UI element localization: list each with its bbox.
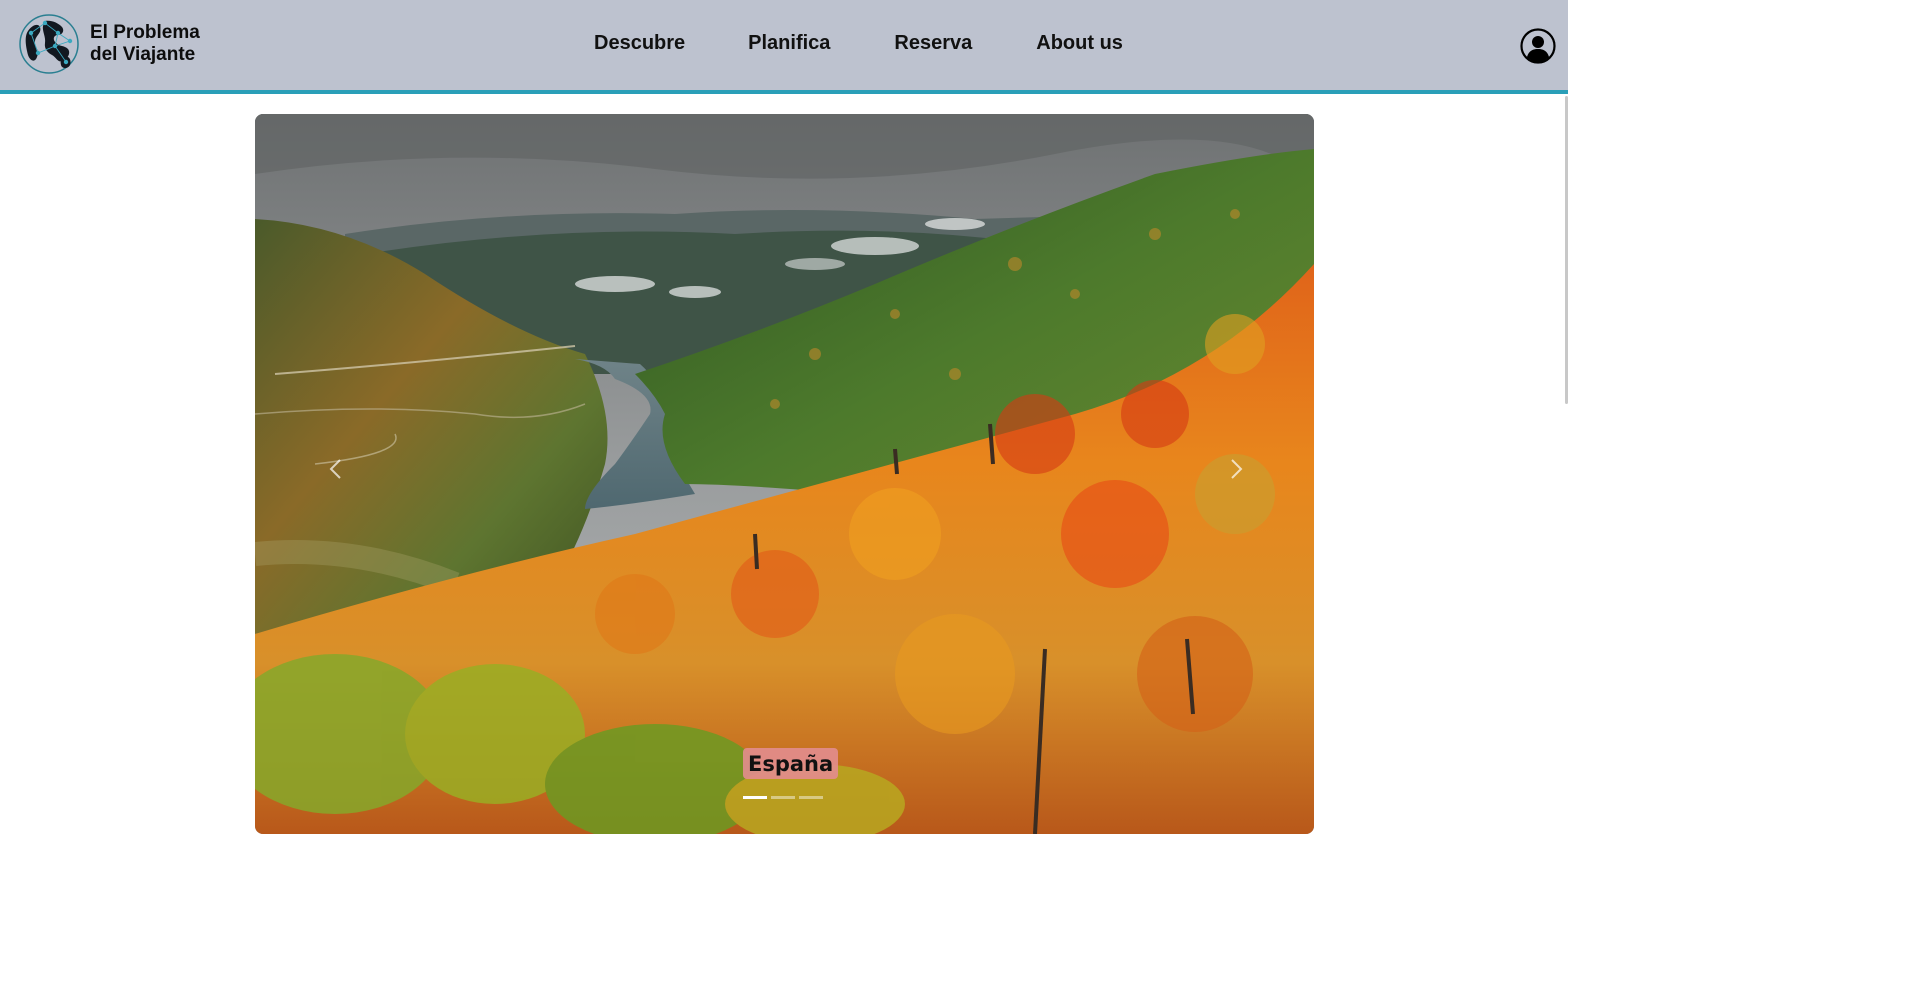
top-navbar: El Problema del Viajante Descubre Planif… — [0, 0, 1568, 94]
slide-caption: España — [743, 748, 839, 779]
destination-carousel: España — [255, 114, 1314, 834]
globe-network-icon — [19, 14, 79, 74]
user-account-button[interactable] — [1520, 28, 1556, 64]
brand-name-line1: El Problema — [90, 22, 200, 43]
page-scrollbar-thumb[interactable] — [1565, 96, 1568, 404]
carousel-prev-button[interactable] — [321, 454, 351, 484]
carousel-indicator-2[interactable] — [771, 796, 795, 799]
brand-name: El Problema del Viajante — [90, 22, 200, 66]
carousel-next-button[interactable] — [1221, 454, 1251, 484]
nav-link-about-us[interactable]: About us — [1036, 30, 1123, 56]
nav-link-planifica[interactable]: Planifica — [748, 30, 830, 56]
carousel-indicators — [743, 796, 823, 799]
brand-home-link[interactable]: El Problema del Viajante — [18, 13, 200, 75]
carousel-indicator-1[interactable] — [743, 796, 767, 799]
chevron-left-icon — [329, 459, 341, 479]
main-nav: Descubre Planifica Reserva About us — [594, 30, 1123, 56]
carousel-indicator-3[interactable] — [799, 796, 823, 799]
nav-link-reserva[interactable]: Reserva — [894, 30, 972, 56]
carousel-slide-image — [255, 114, 1314, 834]
nav-link-descubre[interactable]: Descubre — [594, 30, 685, 56]
chevron-right-icon — [1231, 459, 1243, 479]
brand-name-line2: del Viajante — [90, 44, 196, 65]
user-account-icon — [1520, 28, 1556, 64]
